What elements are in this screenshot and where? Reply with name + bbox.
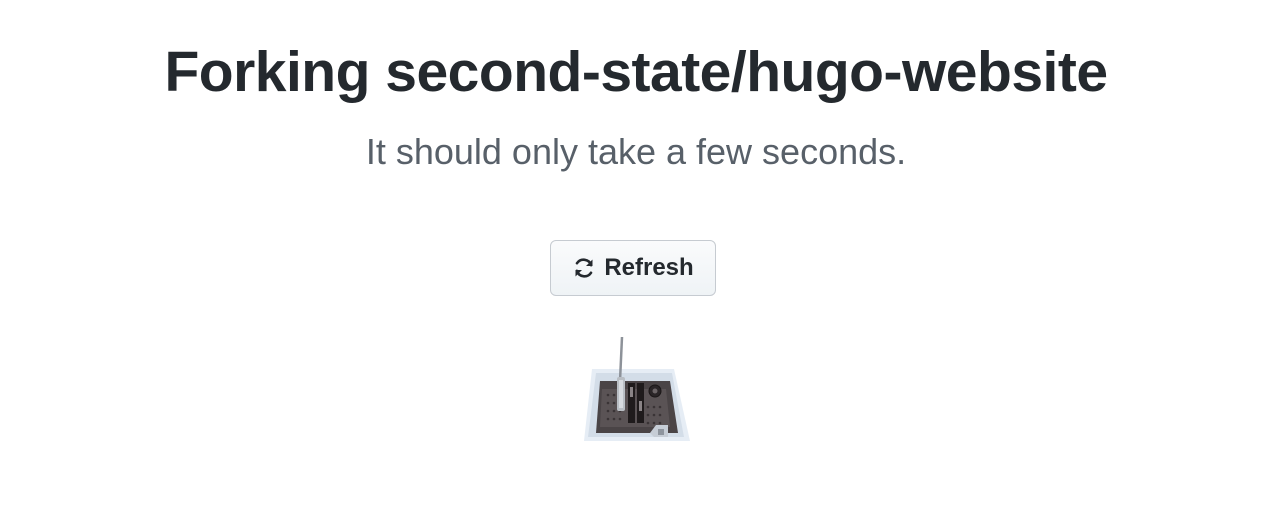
photocopier-icon — [578, 333, 694, 445]
refresh-button[interactable]: Refresh — [550, 240, 716, 296]
page-title: Forking second-state/hugo-website — [164, 40, 1108, 104]
refresh-button-label: Refresh — [604, 254, 694, 281]
sync-icon — [572, 256, 596, 280]
fork-progress-page: Forking second-state/hugo-website It sho… — [0, 0, 1272, 512]
page-subtitle: It should only take a few seconds. — [365, 131, 907, 172]
